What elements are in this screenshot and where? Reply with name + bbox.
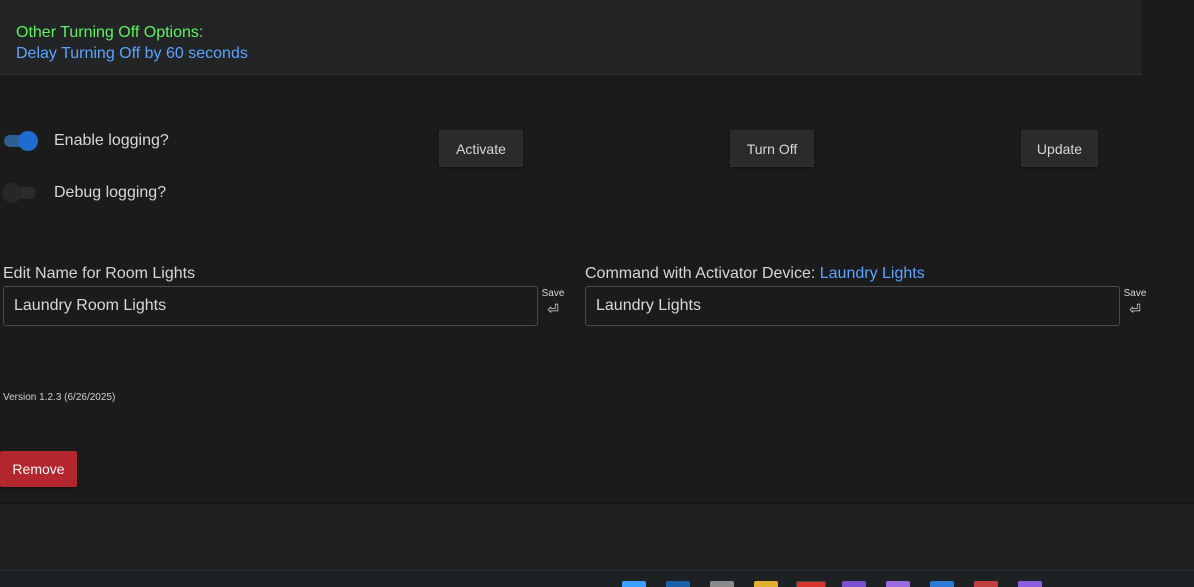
save-name-button[interactable]: Save ⏎ (540, 288, 566, 318)
activate-button[interactable]: Activate (439, 130, 523, 167)
return-icon: ⏎ (1129, 301, 1141, 317)
file-explorer-icon[interactable] (754, 581, 778, 587)
activator-device-link[interactable]: Laundry Lights (820, 265, 925, 282)
command-device-label: Command with Activator Device: Laundry L… (585, 265, 925, 283)
app-icon-2[interactable] (974, 581, 998, 587)
browser-icon[interactable] (796, 581, 826, 587)
return-icon: ⏎ (547, 301, 559, 317)
windows-start-icon[interactable] (622, 581, 646, 587)
save-label: Save (541, 288, 565, 299)
room-name-input[interactable]: Laundry Room Lights (3, 286, 538, 326)
visual-studio-icon[interactable] (842, 581, 866, 587)
debug-logging-row: Debug logging? (0, 182, 166, 204)
app-icon[interactable] (886, 581, 910, 587)
edit-name-label: Edit Name for Room Lights (3, 265, 196, 282)
app-icon-3[interactable] (1018, 581, 1042, 587)
save-label: Save (1123, 288, 1147, 299)
command-device-input[interactable]: Laundry Lights (585, 286, 1120, 326)
remove-button[interactable]: Remove (0, 451, 77, 487)
enable-logging-row: Enable logging? (0, 130, 169, 152)
update-button[interactable]: Update (1021, 130, 1098, 167)
delay-turning-off-link[interactable]: Delay Turning Off by 60 seconds (16, 45, 248, 63)
debug-logging-toggle[interactable] (0, 182, 40, 204)
command-label-text: Command with Activator Device: (585, 265, 820, 282)
enable-logging-label: Enable logging? (54, 132, 169, 149)
toggle-knob (18, 131, 38, 151)
calculator-icon[interactable] (710, 581, 734, 587)
mail-icon[interactable] (666, 581, 690, 587)
windows-taskbar (0, 570, 1194, 587)
version-text: Version 1.2.3 (6/26/2025) (3, 392, 116, 403)
toggle-knob (2, 183, 22, 203)
store-icon[interactable] (930, 581, 954, 587)
turning-off-options-panel: Other Turning Off Options: Delay Turning… (0, 0, 1142, 75)
save-command-button[interactable]: Save ⏎ (1122, 288, 1148, 318)
enable-logging-toggle[interactable] (0, 130, 40, 152)
other-turning-off-options-heading: Other Turning Off Options: (16, 24, 204, 41)
footer-band (0, 502, 1194, 572)
turn-off-button[interactable]: Turn Off (730, 130, 814, 167)
app-page: Other Turning Off Options: Delay Turning… (0, 0, 1194, 587)
debug-logging-label: Debug logging? (54, 184, 167, 201)
